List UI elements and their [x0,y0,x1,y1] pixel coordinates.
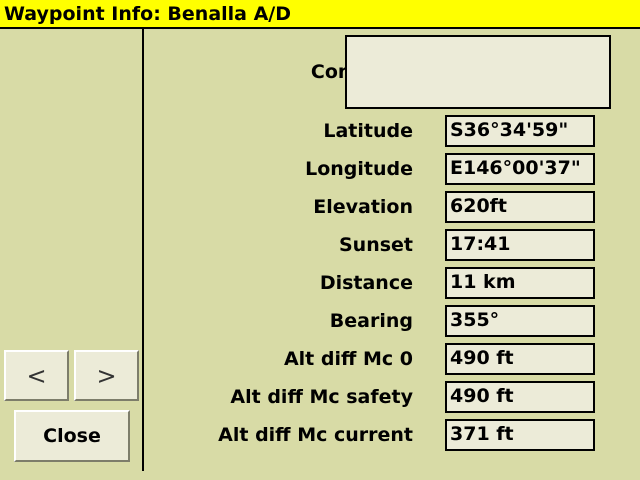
title-bar: Waypoint Info: Benalla A/D [0,0,640,29]
sunset-label: Sunset [338,234,413,256]
next-waypoint-button[interactable]: > [74,350,139,401]
distance-label: Distance [319,272,413,294]
latitude-value: S36°34'59" [445,115,595,147]
longitude-value: E146°00'37" [445,153,595,185]
alt-diff-mc-safety-label: Alt diff Mc safety [230,386,413,408]
alt-diff-mc0-label: Alt diff Mc 0 [283,348,413,370]
alt-diff-mc-safety-value: 490 ft [445,381,595,413]
window-title: Waypoint Info: Benalla A/D [4,3,292,25]
alt-diff-mc-current-label: Alt diff Mc current [218,424,413,446]
elevation-label: Elevation [313,196,413,218]
close-button[interactable]: Close [14,410,130,462]
latitude-label: Latitude [323,120,413,142]
elevation-value: 620ft [445,191,595,223]
comment-field [345,35,611,109]
longitude-label: Longitude [305,158,413,180]
bearing-label: Bearing [329,310,413,332]
previous-waypoint-button[interactable]: < [4,350,69,401]
sunset-value: 17:41 [445,229,595,261]
panel-divider [142,29,144,471]
alt-diff-mc0-value: 490 ft [445,343,595,375]
alt-diff-mc-current-value: 371 ft [445,419,595,451]
distance-value: 11 km [445,267,595,299]
bearing-value: 355° [445,305,595,337]
